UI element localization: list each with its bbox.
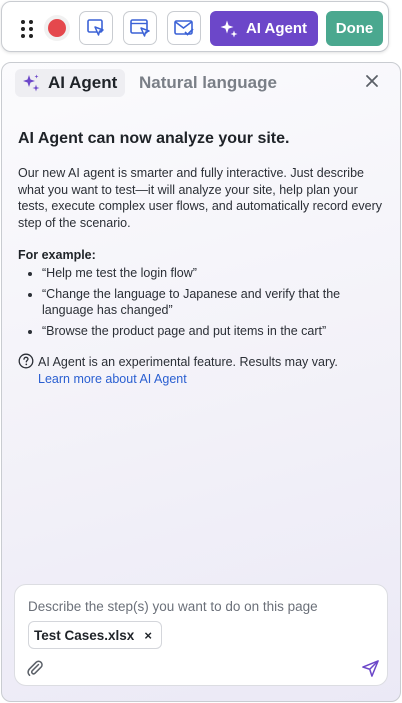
experimental-notice: AI Agent is an experimental feature. Res… — [18, 353, 384, 387]
remove-attachment-button[interactable]: × — [144, 628, 152, 643]
cursor-select-icon — [87, 19, 104, 36]
help-circle-icon — [18, 353, 34, 369]
example-item: “Help me test the login flow” — [42, 265, 384, 282]
example-item: “Browse the product page and put items i… — [42, 323, 384, 340]
ai-agent-button-label: AI Agent — [245, 20, 308, 37]
paperclip-icon[interactable] — [26, 659, 44, 677]
record-button[interactable] — [44, 15, 70, 41]
examples-title: For example: — [18, 248, 96, 262]
notice-text: AI Agent is an experimental feature. Res… — [38, 355, 338, 369]
send-icon[interactable] — [361, 659, 380, 678]
close-icon[interactable] — [364, 73, 380, 89]
browser-action-button[interactable] — [123, 11, 157, 45]
mail-check-icon — [174, 20, 194, 36]
intro-description: Our new AI agent is smarter and fully in… — [18, 166, 383, 230]
sparkle-icon — [220, 20, 238, 37]
examples-list: “Help me test the login flow” “Change th… — [18, 265, 384, 339]
tab-natural-language[interactable]: Natural language — [139, 73, 277, 93]
tab-ai-agent[interactable]: AI Agent — [15, 69, 126, 97]
attachment-name: Test Cases.xlsx — [34, 627, 135, 643]
sparkle-icon — [23, 74, 40, 92]
learn-more-link[interactable]: Learn more about AI Agent — [38, 371, 338, 387]
drag-handle-icon[interactable] — [21, 20, 35, 38]
prompt-input[interactable]: Describe the step(s) you want to do on t… — [28, 599, 318, 614]
panel-tabs: AI Agent Natural language — [2, 63, 400, 103]
intro-heading: AI Agent can now analyze your site. — [18, 130, 290, 147]
prompt-composer[interactable]: Describe the step(s) you want to do on t… — [14, 584, 388, 686]
example-item: “Change the language to Japanese and ver… — [42, 286, 384, 319]
recorder-toolbar: AI Agent Done — [1, 1, 389, 52]
attachment-chip: Test Cases.xlsx × — [28, 621, 162, 649]
browser-cursor-icon — [130, 19, 150, 37]
select-element-button[interactable] — [79, 11, 113, 45]
ai-agent-button[interactable]: AI Agent — [210, 11, 318, 46]
tab-ai-agent-label: AI Agent — [48, 73, 118, 92]
ai-agent-panel: AI Agent Natural language AI Agent can n… — [1, 62, 401, 702]
intro-content: AI Agent can now analyze your site. Our … — [18, 129, 384, 387]
email-check-button[interactable] — [167, 11, 201, 45]
done-button[interactable]: Done — [326, 11, 383, 46]
